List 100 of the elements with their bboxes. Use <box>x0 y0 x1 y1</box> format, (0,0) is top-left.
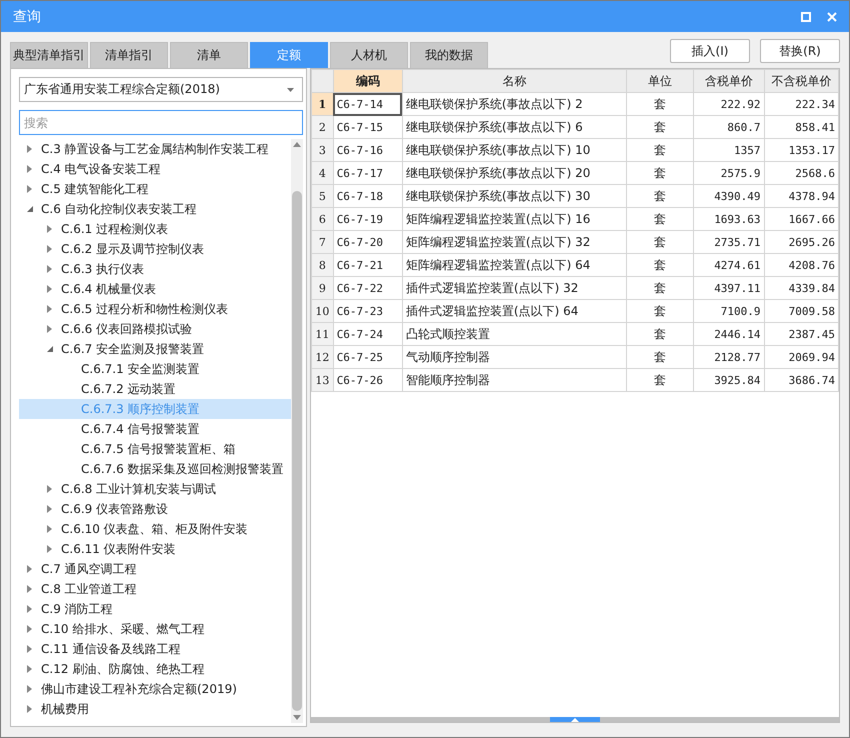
tree-item[interactable]: C.6.7.4 信号报警装置 <box>81 420 200 438</box>
expand-arrow-icon[interactable] <box>27 185 33 193</box>
expand-arrow-icon[interactable] <box>27 145 33 153</box>
expand-arrow-icon[interactable] <box>27 625 33 633</box>
table-cell: 套 <box>626 254 694 276</box>
row-number[interactable]: 7 <box>312 230 334 254</box>
expand-arrow-icon[interactable] <box>47 285 53 293</box>
table-cell: 4274.61 <box>694 254 764 276</box>
row-number[interactable]: 6 <box>312 208 334 230</box>
expand-arrow-icon[interactable] <box>47 525 53 533</box>
tree-item[interactable]: C.3 静置设备与工艺金属结构制作安装工程 <box>41 140 269 158</box>
tree-item[interactable]: C.6.8 工业计算机安装与调试 <box>61 480 216 498</box>
row-number[interactable]: 2 <box>312 116 334 138</box>
collapse-arrow-icon[interactable] <box>27 205 33 213</box>
table-cell: 2695.26 <box>764 230 838 254</box>
table-cell: C6-7-25 <box>333 346 402 368</box>
tree-item[interactable]: 佛山市建设工程补充综合定额(2019) <box>41 680 237 698</box>
tree-item[interactable]: C.6.2 显示及调节控制仪表 <box>61 240 204 258</box>
expand-arrow-icon[interactable] <box>27 585 33 593</box>
expand-arrow-icon[interactable] <box>27 605 33 613</box>
column-header[interactable]: 编码 <box>333 70 402 92</box>
tree-item[interactable]: C.11 通信设备及线路工程 <box>41 640 180 658</box>
maximize-icon[interactable] <box>801 12 811 22</box>
table-cell: 气动顺序控制器 <box>402 346 627 368</box>
table-cell: C6-7-23 <box>333 300 402 322</box>
row-number[interactable]: 1 <box>312 92 334 116</box>
expand-arrow-icon[interactable] <box>47 325 53 333</box>
expand-arrow-icon[interactable] <box>27 665 33 673</box>
tree-item[interactable]: C.12 刷油、防腐蚀、绝热工程 <box>41 660 204 678</box>
table-cell: C6-7-14 <box>333 92 402 116</box>
row-number[interactable]: 4 <box>312 162 334 184</box>
expand-arrow-icon[interactable] <box>27 705 33 713</box>
expand-arrow-icon[interactable] <box>47 265 53 273</box>
tree-item[interactable]: C.4 电气设备安装工程 <box>41 160 161 178</box>
tree-item[interactable]: C.9 消防工程 <box>41 600 113 618</box>
tab[interactable]: 清单 <box>170 42 248 68</box>
tab[interactable]: 我的数据 <box>410 42 488 68</box>
tree-item[interactable]: C.6.4 机械量仪表 <box>61 280 156 298</box>
tree-item[interactable]: C.7 通风空调工程 <box>41 560 137 578</box>
table-cell: 继电联锁保护系统(事故点以下) 20 <box>402 162 627 184</box>
tree-item[interactable]: C.8 工业管道工程 <box>41 580 137 598</box>
row-number[interactable]: 13 <box>312 368 334 392</box>
tree-item[interactable]: 机械费用 <box>41 700 89 718</box>
close-icon[interactable] <box>827 12 837 22</box>
column-header[interactable]: 单位 <box>626 70 694 92</box>
tree-item[interactable]: C.6.10 仪表盘、箱、柜及附件安装 <box>61 520 248 538</box>
scroll-down-icon[interactable] <box>293 715 301 720</box>
tree-item[interactable]: C.6.1 过程检测仪表 <box>61 220 168 238</box>
column-header[interactable]: 名称 <box>402 70 627 92</box>
row-number[interactable]: 9 <box>312 276 334 300</box>
tree-item[interactable]: C.6 自动化控制仪表安装工程 <box>41 200 197 218</box>
tab[interactable]: 人材机 <box>330 42 408 68</box>
table-cell: 2128.77 <box>694 346 764 368</box>
expand-arrow-icon[interactable] <box>27 165 33 173</box>
tree-item[interactable]: C.6.7.1 安全监测装置 <box>81 360 200 378</box>
row-number[interactable]: 8 <box>312 254 334 276</box>
tab[interactable]: 清单指引 <box>90 42 168 68</box>
action-button[interactable]: 替换(R) <box>760 39 840 63</box>
table-cell: 套 <box>626 300 694 322</box>
expand-arrow-icon[interactable] <box>47 305 53 313</box>
expand-arrow-icon[interactable] <box>27 645 33 653</box>
row-number[interactable]: 5 <box>312 184 334 208</box>
action-button[interactable]: 插入(I) <box>670 39 750 63</box>
expand-arrow-icon[interactable] <box>27 685 33 693</box>
expand-arrow-icon[interactable] <box>47 245 53 253</box>
tree-item[interactable]: C.6.7.2 远动装置 <box>81 380 176 398</box>
tab[interactable]: 典型清单指引 <box>10 42 88 68</box>
column-header[interactable]: 不含税单价 <box>764 70 838 92</box>
table-cell: 1693.63 <box>694 208 764 230</box>
tree-item[interactable]: C.6.11 仪表附件安装 <box>61 540 176 558</box>
library-dropdown[interactable]: 广东省通用安装工程综合定额(2018) <box>19 77 303 102</box>
expand-arrow-icon[interactable] <box>47 225 53 233</box>
column-header[interactable]: 含税单价 <box>694 70 764 92</box>
tree-item[interactable]: C.5 建筑智能化工程 <box>41 180 149 198</box>
tree-item[interactable]: C.6.7.6 数据采集及巡回检测报警装置 <box>81 460 284 478</box>
scroll-up-icon[interactable] <box>293 142 301 147</box>
tree-item[interactable]: C.6.5 过程分析和物性检测仪表 <box>61 300 228 318</box>
table-cell: 套 <box>626 346 694 368</box>
row-number[interactable]: 11 <box>312 322 334 346</box>
expand-arrow-icon[interactable] <box>47 545 53 553</box>
tree-item[interactable]: C.6.7.5 信号报警装置柜、箱 <box>81 440 236 458</box>
row-number[interactable]: 10 <box>312 300 334 322</box>
row-number[interactable]: 12 <box>312 346 334 368</box>
row-number[interactable]: 3 <box>312 138 334 162</box>
search-field[interactable]: 搜索 <box>19 110 303 135</box>
tree-item[interactable]: C.6.9 仪表管路敷设 <box>61 500 168 518</box>
expand-arrow-icon[interactable] <box>47 505 53 513</box>
tree-item[interactable]: C.6.7 安全监测及报警装置 <box>61 340 204 358</box>
expand-arrow-icon[interactable] <box>27 565 33 573</box>
table-cell: 7009.58 <box>764 300 838 322</box>
expand-arrow-icon[interactable] <box>47 485 53 493</box>
tree-item[interactable]: C.6.6 仪表回路模拟试验 <box>61 320 192 338</box>
splitter-handle[interactable] <box>550 717 600 722</box>
collapse-arrow-icon[interactable] <box>47 345 53 353</box>
table-cell: 继电联锁保护系统(事故点以下) 2 <box>402 92 627 116</box>
scrollbar[interactable] <box>291 139 303 723</box>
caret-icon <box>287 88 294 92</box>
tree-item[interactable]: C.10 给排水、采暖、燃气工程 <box>41 620 204 638</box>
tree-item[interactable]: C.6.3 执行仪表 <box>61 260 144 278</box>
table-cell: 222.34 <box>764 92 838 116</box>
